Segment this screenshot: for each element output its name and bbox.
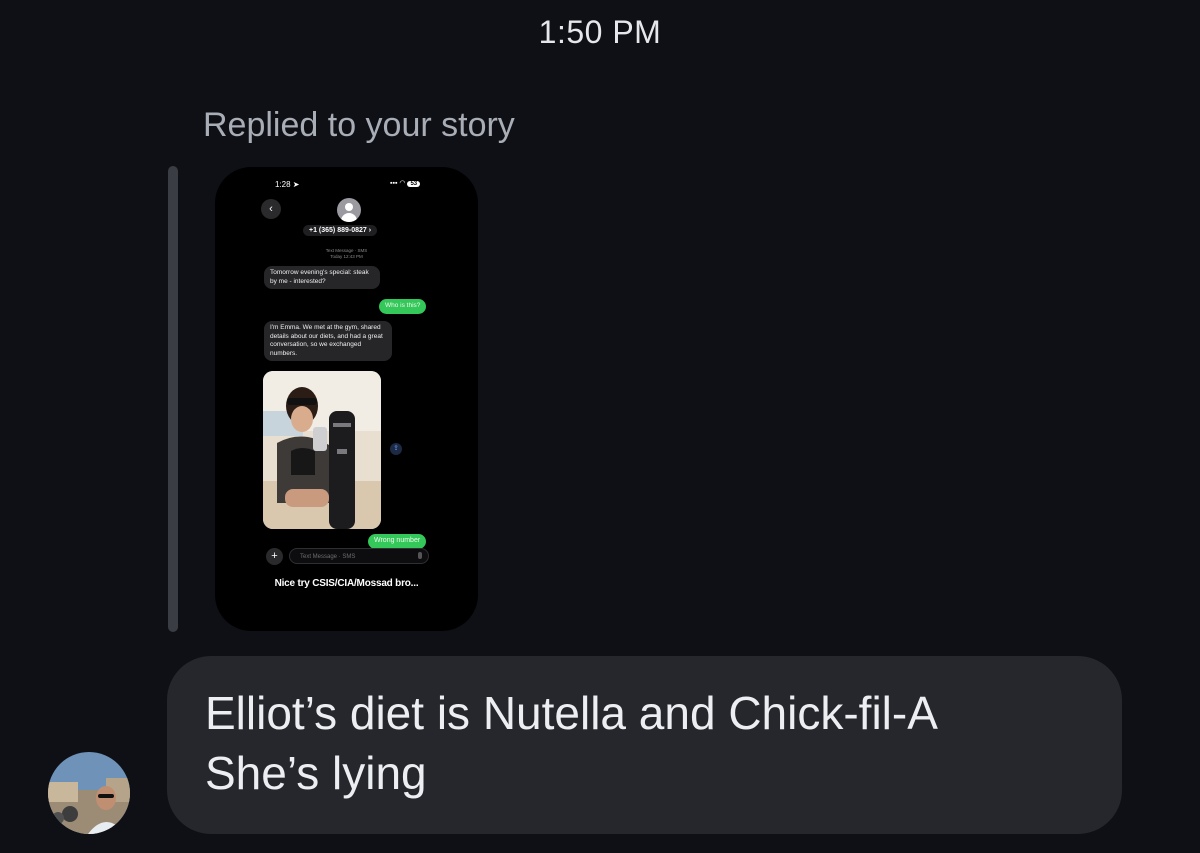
story-caption: Nice try CSIS/CIA/Mossad bro... (274, 578, 419, 589)
message-line: She’s lying (205, 747, 427, 799)
outgoing-message: Wrong number (368, 534, 427, 549)
dm-thread: 1:50 PM Replied to your story 1:28 ➤ ▪▪▪… (0, 0, 1200, 853)
message-input: Text Message · SMS (289, 548, 429, 564)
sender-avatar[interactable] (48, 752, 130, 834)
message-line: Elliot’s diet is Nutella and Chick-fil-A (205, 687, 938, 739)
mic-icon (418, 552, 422, 559)
gym-selfie-photo (263, 371, 381, 529)
plus-icon: + (266, 548, 283, 565)
message-text: Elliot’s diet is Nutella and Chick-fil-A… (205, 683, 938, 803)
message-timestamp: 1:50 PM (538, 14, 662, 50)
story-preview[interactable]: 1:28 ➤ ▪▪▪ ◠ 53 ‹ +1 (365) 889-0827 › Te… (215, 167, 478, 631)
story-status-time: 1:28 ➤ (275, 180, 300, 189)
incoming-message: I'm Emma. We met at the gym, shared deta… (264, 321, 392, 361)
contact-number: +1 (365) 889-0827 › (303, 225, 378, 236)
story-status-icons: ▪▪▪ ◠ 53 (390, 179, 421, 187)
share-icon: ⇪ (390, 443, 402, 455)
incoming-message: Tomorrow evening's special: steak by me … (264, 266, 380, 289)
conversation-meta: Text Message · SMS Today 12:43 PM (325, 248, 368, 259)
back-icon: ‹ (261, 199, 281, 219)
reply-quote-bar (168, 166, 178, 632)
message-bubble[interactable]: Elliot’s diet is Nutella and Chick-fil-A… (167, 656, 1122, 834)
outgoing-message: Who is this? (379, 299, 427, 314)
contact-avatar-icon (337, 198, 361, 222)
story-reply-label: Replied to your story (203, 106, 515, 144)
battery-icon: 53 (407, 181, 421, 187)
